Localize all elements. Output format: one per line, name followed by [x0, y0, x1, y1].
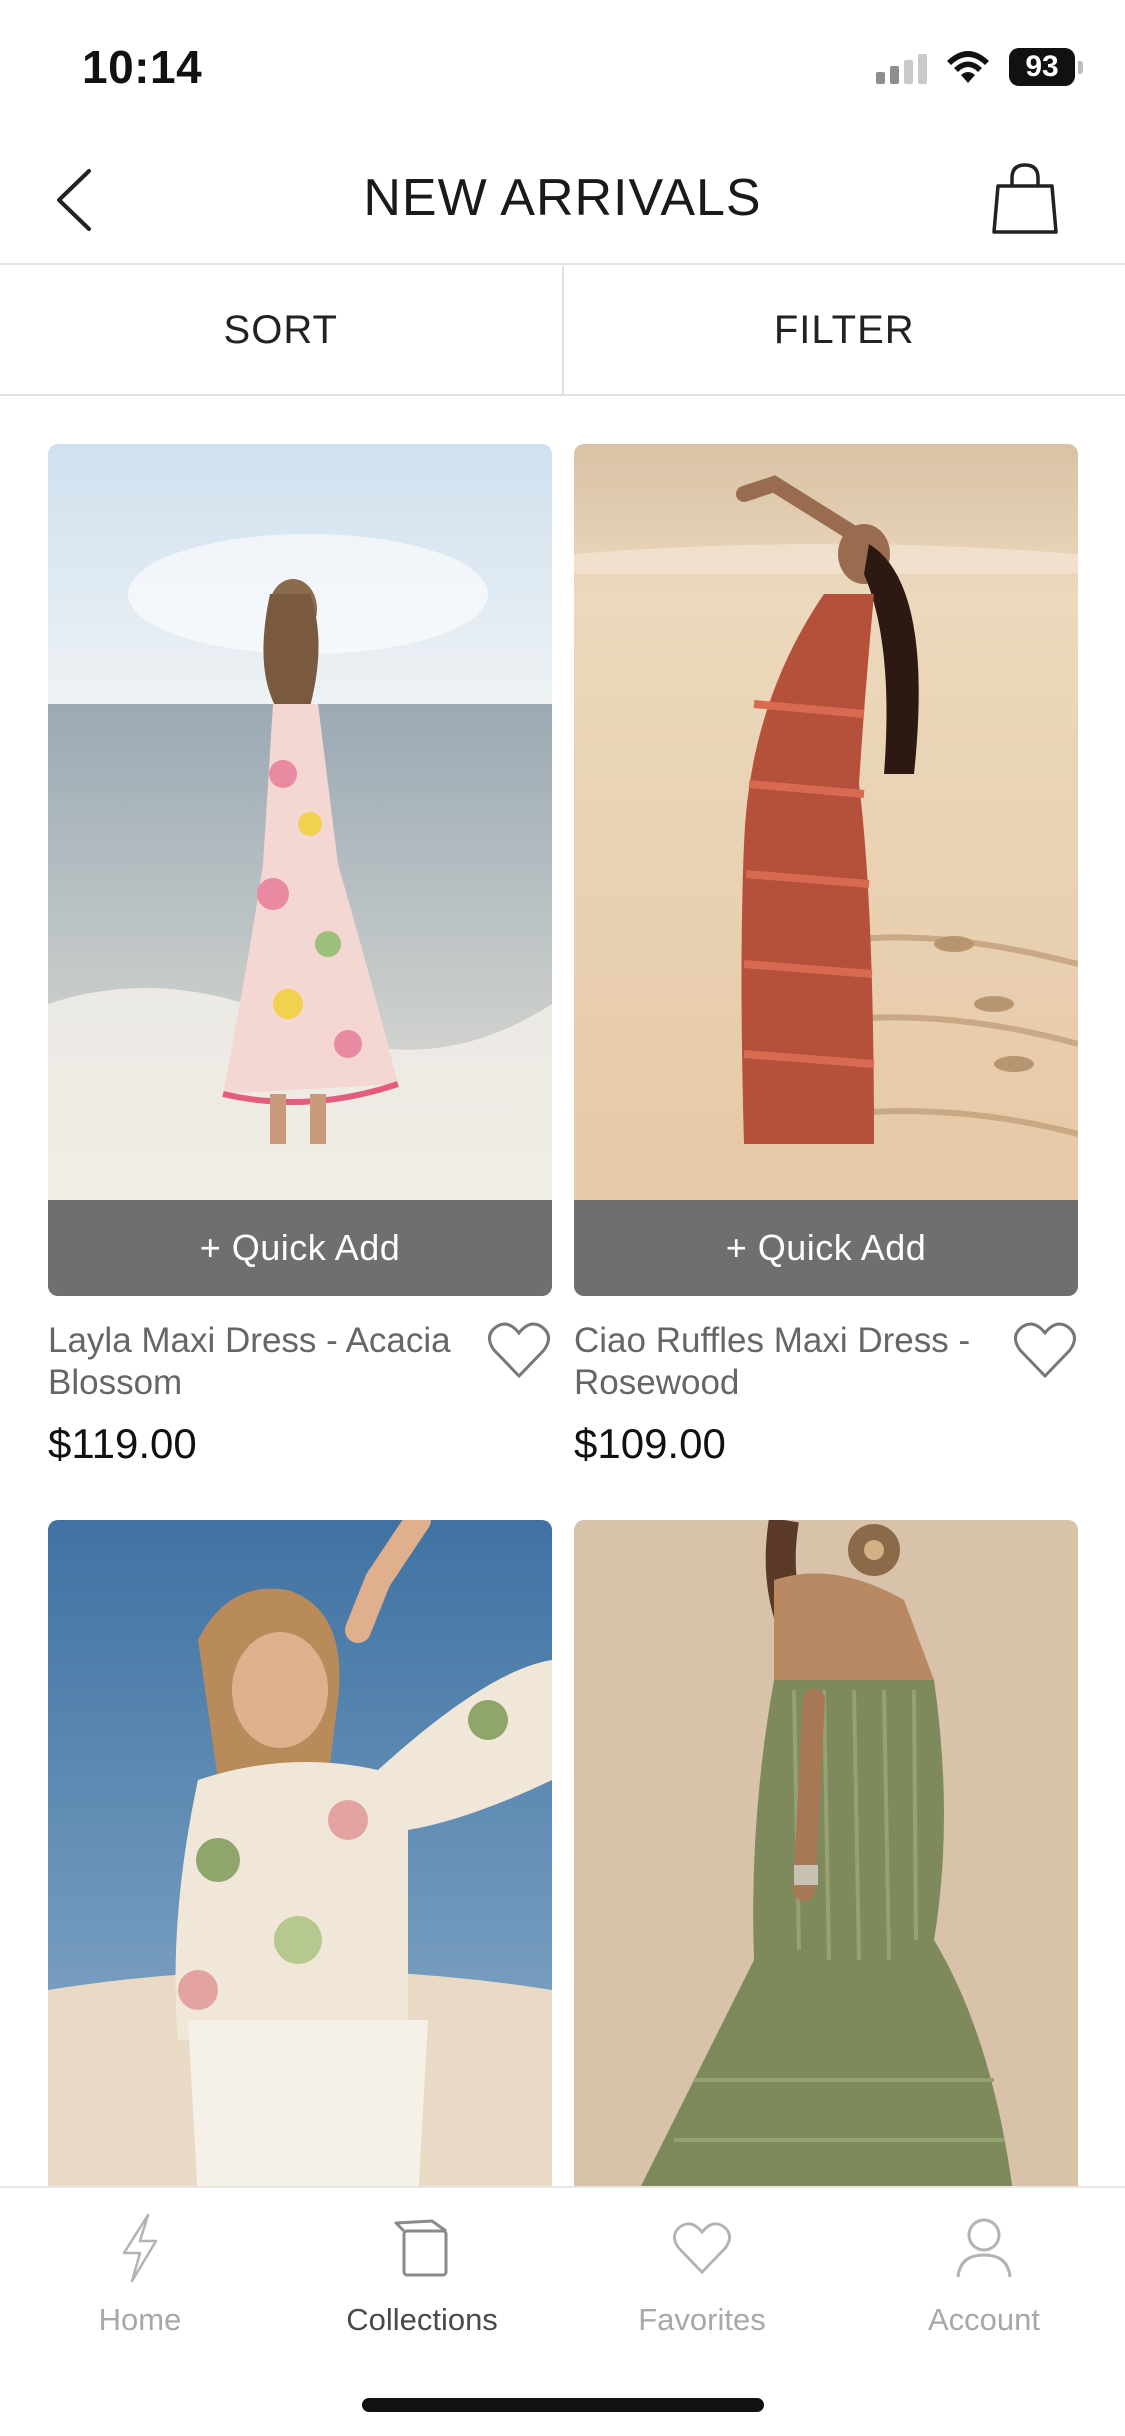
collections-icon [394, 2219, 448, 2277]
product-info: Ciao Ruffles Maxi Dress - Rosewood $109.… [574, 1296, 1078, 1467]
product-name[interactable]: Layla Maxi Dress - Acacia Blossom [48, 1320, 458, 1404]
favorite-heart-icon[interactable] [486, 1320, 552, 1380]
tab-account[interactable]: Account [884, 2208, 1084, 2338]
tab-home[interactable]: Home [40, 2208, 240, 2338]
tab-label: Favorites [638, 2302, 766, 2337]
product-image[interactable] [48, 1520, 552, 2200]
wifi-icon [947, 51, 989, 83]
product-card[interactable]: + Quick Add Ciao Ruffles Maxi Dress - Ro… [574, 444, 1078, 1467]
product-card[interactable]: + Quick Add Layla Maxi Dress - Acacia Bl… [48, 444, 552, 1467]
tab-label: Collections [346, 2302, 498, 2337]
tab-label: Home [98, 2302, 182, 2337]
heart-icon [673, 2222, 731, 2275]
tab-favorites[interactable]: Favorites [602, 2208, 802, 2338]
product-price: $119.00 [48, 1420, 197, 1467]
cellular-signal-icon [876, 50, 927, 84]
battery-icon: 93 [1009, 48, 1083, 86]
sort-filter-bar: SORT FILTER [0, 266, 1125, 396]
filter-button[interactable]: FILTER [564, 266, 1125, 394]
favorite-heart-icon[interactable] [1012, 1320, 1078, 1380]
product-image[interactable] [48, 444, 552, 1200]
battery-level: 93 [1009, 48, 1075, 86]
product-image[interactable] [574, 1520, 1078, 2200]
page-title: NEW ARRIVALS [363, 169, 762, 227]
home-indicator [362, 2398, 764, 2412]
shopping-bag-icon [992, 163, 1058, 234]
shopping-bag-button[interactable] [985, 154, 1065, 244]
status-time: 10:14 [82, 41, 203, 93]
quick-add-button[interactable]: + Quick Add [574, 1200, 1078, 1296]
product-price: $109.00 [574, 1420, 726, 1467]
product-name[interactable]: Ciao Ruffles Maxi Dress - Rosewood [574, 1320, 984, 1404]
tab-label: Account [927, 2302, 1040, 2337]
person-icon [956, 2218, 1012, 2278]
nav-header: NEW ARRIVALS [0, 132, 1125, 265]
quick-add-button[interactable]: + Quick Add [48, 1200, 552, 1296]
product-image[interactable] [574, 444, 1078, 1200]
product-card[interactable] [574, 1520, 1078, 2200]
product-info: Layla Maxi Dress - Acacia Blossom $119.0… [48, 1296, 552, 1467]
tab-collections[interactable]: Collections [322, 2208, 522, 2338]
product-card[interactable] [48, 1520, 552, 2200]
status-icons: 93 [876, 48, 1083, 86]
bolt-icon [122, 2213, 158, 2283]
sort-button[interactable]: SORT [0, 266, 564, 394]
status-bar: 10:14 93 [0, 0, 1125, 132]
